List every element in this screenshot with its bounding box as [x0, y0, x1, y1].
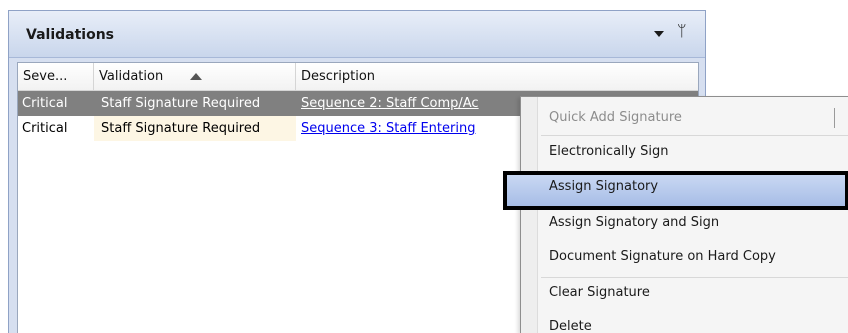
menu-item-assign-signatory-and-sign[interactable]: Assign Signatory and Sign [549, 208, 848, 238]
severity-cell: Critical [22, 121, 68, 136]
grid-header: Seve... Validation Description [18, 63, 698, 91]
validation-cell: Staff Signature Required [101, 96, 261, 111]
menu-item-clear-signature[interactable]: Clear Signature [549, 278, 848, 308]
column-header-validation-label: Validation [99, 69, 164, 84]
pin-icon[interactable]: ᛘ [677, 21, 687, 40]
column-header-validation[interactable]: Validation [94, 63, 296, 90]
column-header-description[interactable]: Description [296, 63, 698, 90]
context-menu: Quick Add Signature Electronically Sign … [503, 96, 848, 333]
menu-separator [541, 135, 848, 136]
menu-item-electronically-sign[interactable]: Electronically Sign [549, 137, 848, 167]
menu-item-delete[interactable]: Delete [549, 312, 848, 333]
menu-divider [834, 108, 835, 128]
description-link[interactable]: Sequence 2: Staff Comp/Ac [301, 96, 479, 111]
chevron-down-icon[interactable] [654, 31, 664, 37]
menu-item-quick-add-signature[interactable]: Quick Add Signature [549, 103, 848, 133]
menu-gutter [521, 97, 538, 333]
column-header-severity[interactable]: Seve... [18, 63, 94, 90]
menu-item-assign-signatory[interactable]: Assign Signatory [549, 172, 848, 202]
panel-header: Validations ᛘ [9, 11, 705, 58]
severity-cell: Critical [22, 96, 68, 111]
menu-item-document-signature-hard-copy[interactable]: Document Signature on Hard Copy [549, 242, 848, 272]
panel-title: Validations [26, 27, 114, 43]
description-link[interactable]: Sequence 3: Staff Entering [301, 121, 475, 136]
screen-root: Validations ᛘ Seve... Validation Descrip… [0, 0, 848, 333]
sort-ascending-icon [190, 73, 202, 80]
validation-cell: Staff Signature Required [94, 116, 296, 141]
